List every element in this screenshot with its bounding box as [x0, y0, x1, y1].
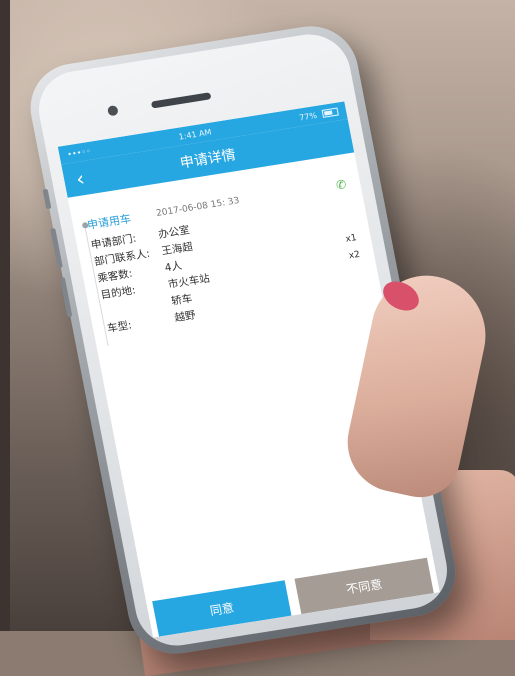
phone-icon[interactable]: ✆ [335, 177, 348, 192]
carrier-signal: •••◦◦ [66, 146, 92, 159]
detail-quantity: x2 [347, 249, 361, 261]
detail-quantity: x1 [344, 232, 358, 245]
detail-quantity [328, 204, 350, 207]
earpiece-speaker [150, 92, 212, 109]
front-camera [106, 104, 119, 117]
request-type: 申请用车 [86, 212, 133, 232]
battery-icon [321, 107, 339, 118]
detail-quantity [332, 221, 354, 224]
detail-quantity [341, 271, 363, 274]
chevron-left-icon[interactable]: ‹ [71, 166, 90, 191]
left-edge-shadow [0, 0, 10, 631]
detail-quantity [345, 288, 367, 291]
battery-percent: 77% [298, 110, 318, 123]
battery-indicator: 77% [298, 107, 339, 122]
